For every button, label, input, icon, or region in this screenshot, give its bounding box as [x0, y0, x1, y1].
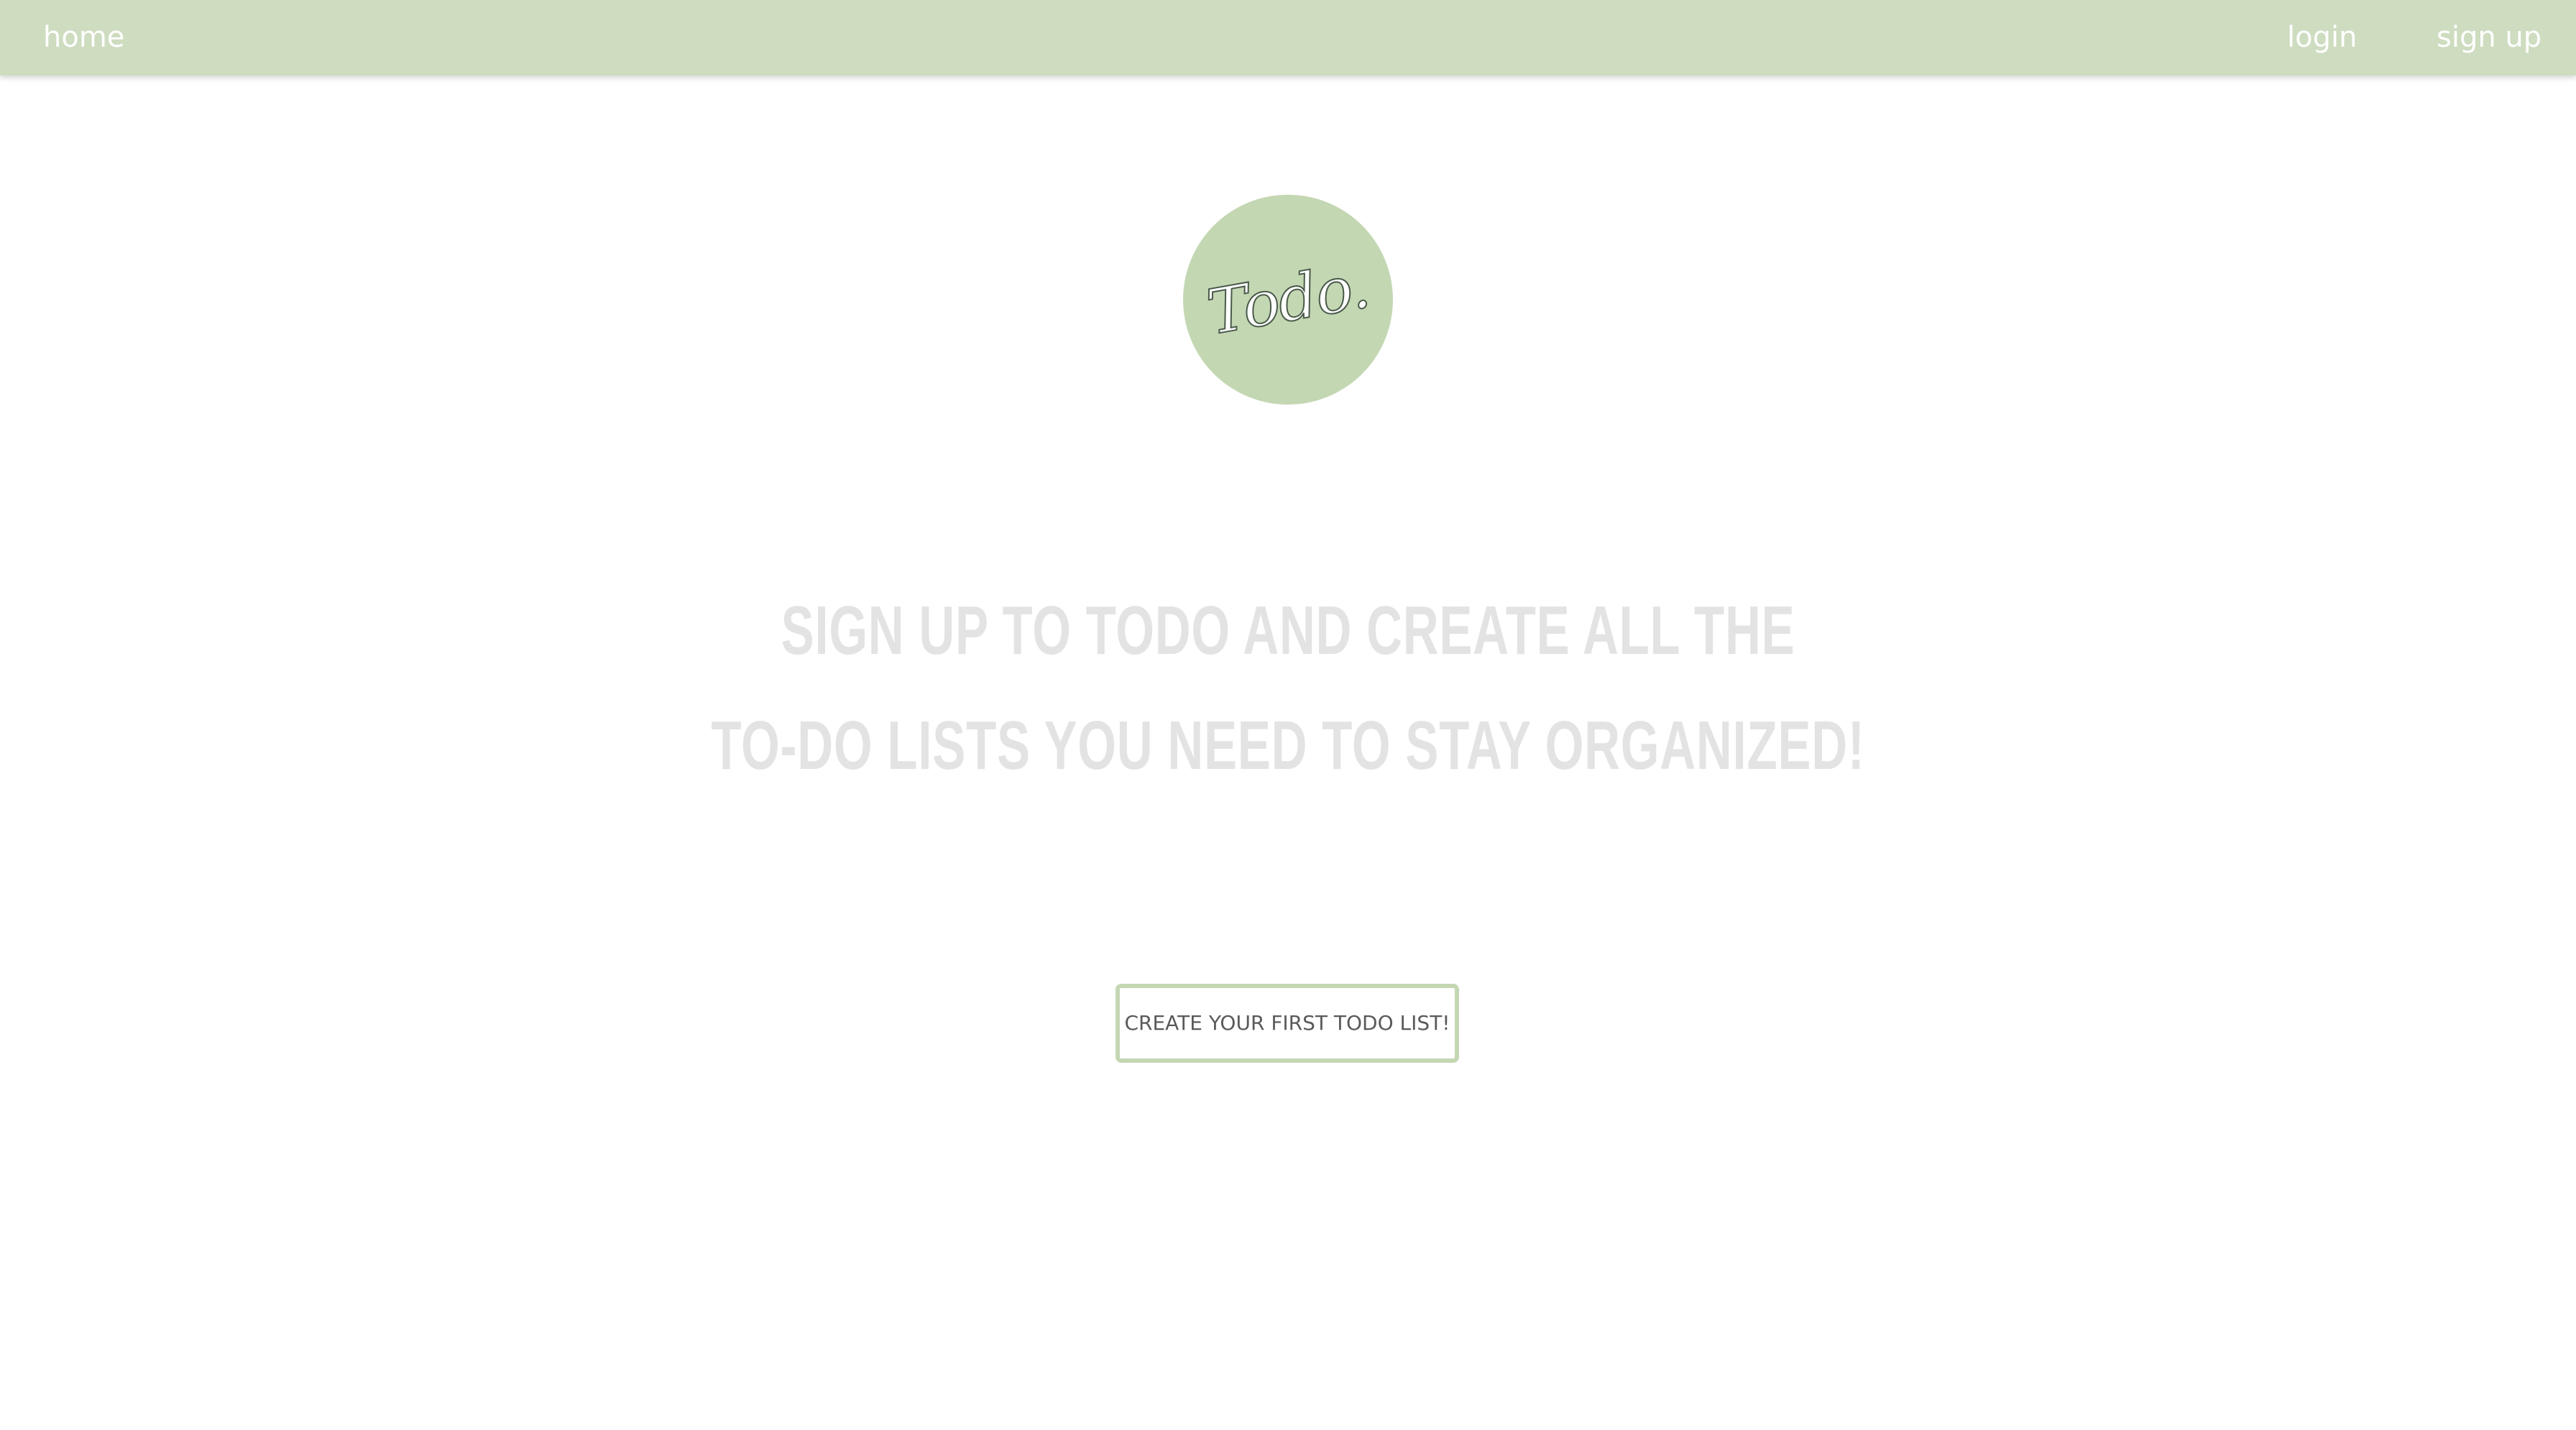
nav-signup-link[interactable]: sign up	[2437, 0, 2542, 75]
headline-line-2: TO-DO LISTS YOU NEED TO STAY ORGANIZED!	[711, 707, 1865, 784]
todo-logo: Todo.	[1183, 195, 1393, 405]
nav-home-link[interactable]: home	[43, 0, 124, 75]
logo-text: Todo.	[1201, 249, 1374, 350]
nav-login-link[interactable]: login	[2287, 0, 2357, 75]
top-navbar: home login sign up	[0, 0, 2576, 75]
headline-line-1: SIGN UP TO TODO AND CREATE ALL THE	[781, 592, 1795, 669]
create-first-list-button[interactable]: CREATE YOUR FIRST TODO LIST!	[1116, 984, 1459, 1063]
